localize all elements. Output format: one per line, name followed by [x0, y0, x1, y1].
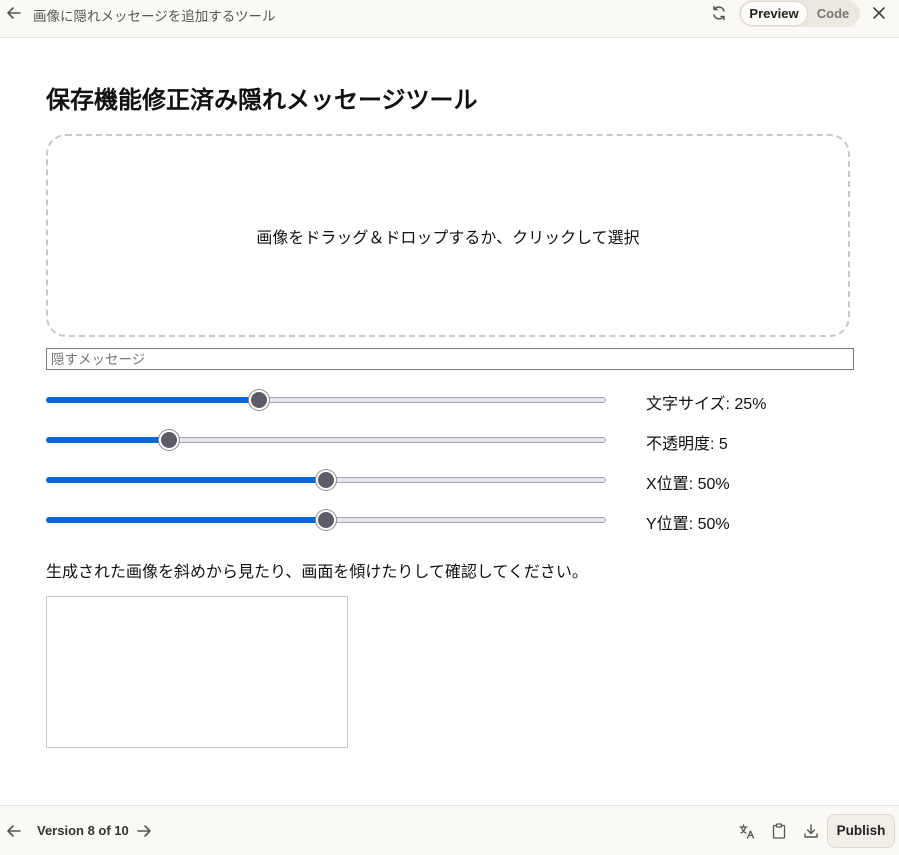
slider-fill [46, 437, 169, 443]
refresh-icon[interactable] [710, 4, 728, 22]
opacity-slider-row: 不透明度: 5 [46, 427, 806, 453]
x-position-label: X位置: 50% [646, 476, 730, 493]
clipboard-icon[interactable] [770, 822, 788, 840]
preview-tab[interactable]: Preview [741, 2, 807, 25]
back-arrow-icon[interactable] [5, 4, 23, 22]
next-version-icon[interactable] [135, 822, 153, 840]
code-tab[interactable]: Code [811, 2, 855, 25]
top-bar: 画像に隠れメッセージを追加するツール Preview Code [0, 0, 899, 38]
hidden-message-input[interactable] [46, 348, 854, 370]
y-position-label: Y位置: 50% [646, 516, 730, 533]
slider-fill [46, 477, 326, 483]
slider-fill [46, 397, 259, 403]
view-toggle: Preview Code [739, 0, 860, 27]
font-size-slider[interactable] [249, 390, 269, 410]
close-icon[interactable] [870, 4, 888, 22]
y-position-slider[interactable] [316, 510, 336, 530]
x-position-slider[interactable] [316, 470, 336, 490]
preview-area: 保存機能修正済み隠れメッセージツール 画像をドラッグ＆ドロップするか、クリックし… [0, 38, 899, 805]
translate-icon[interactable] [738, 822, 756, 840]
slider-fill [46, 517, 326, 523]
dropzone-text: 画像をドラッグ＆ドロップするか、クリックして選択 [256, 230, 640, 247]
image-dropzone[interactable]: 画像をドラッグ＆ドロップするか、クリックして選択 [46, 134, 850, 337]
page-title: 保存機能修正済み隠れメッセージツール [46, 87, 478, 114]
artifact-title: 画像に隠れメッセージを追加するツール [33, 9, 276, 25]
version-label: Version 8 of 10 [37, 823, 129, 838]
y-position-slider-row: Y位置: 50% [46, 507, 806, 533]
bottom-bar: Version 8 of 10 Publish [0, 805, 899, 855]
publish-button[interactable]: Publish [827, 814, 895, 848]
previous-version-icon[interactable] [5, 822, 23, 840]
opacity-label: 不透明度: 5 [646, 436, 728, 453]
font-size-label: 文字サイズ: 25% [646, 396, 767, 413]
output-canvas [46, 596, 348, 748]
x-position-slider-row: X位置: 50% [46, 467, 806, 493]
font-size-slider-row: 文字サイズ: 25% [46, 387, 806, 413]
download-icon[interactable] [802, 822, 820, 840]
instruction-text: 生成された画像を斜めから見たり、画面を傾けたりして確認してください。 [46, 564, 588, 581]
opacity-slider[interactable] [159, 430, 179, 450]
